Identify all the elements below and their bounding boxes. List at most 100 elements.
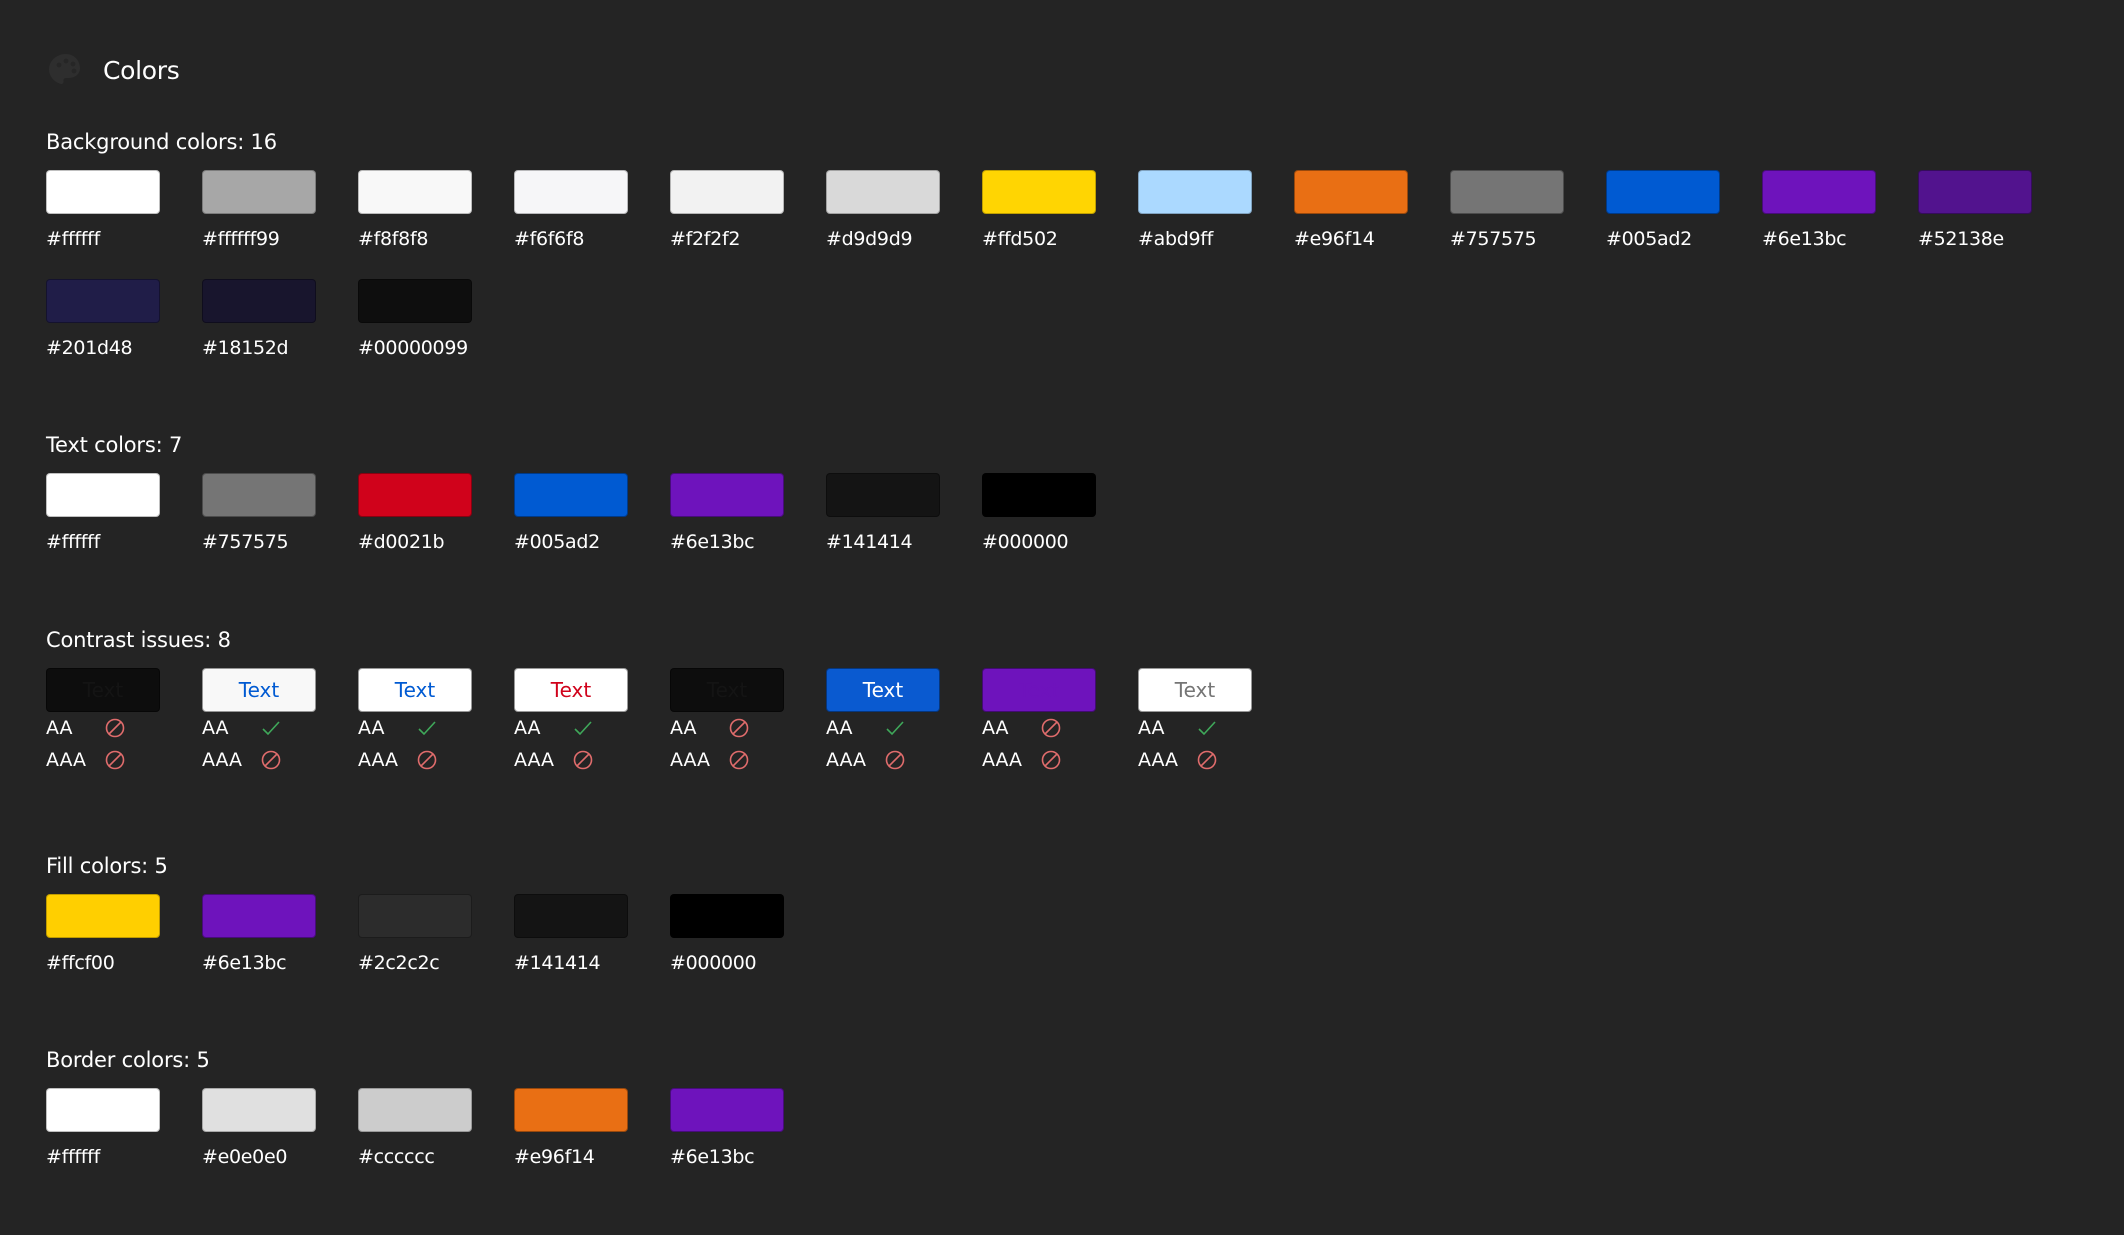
color-swatch[interactable] xyxy=(1138,170,1252,214)
color-item[interactable]: #ffd502 xyxy=(982,170,1138,279)
color-swatch[interactable] xyxy=(826,170,940,214)
color-item[interactable]: #e96f14 xyxy=(514,1088,670,1197)
color-item[interactable]: #005ad2 xyxy=(1606,170,1762,279)
color-hex-label: #757575 xyxy=(1450,228,1537,250)
aa-result: AA xyxy=(670,712,826,744)
color-item[interactable]: #cccccc xyxy=(358,1088,514,1197)
prohibited-icon xyxy=(1197,750,1217,770)
contrast-sample[interactable]: Text xyxy=(1138,668,1252,712)
color-swatch[interactable] xyxy=(1450,170,1564,214)
color-swatch[interactable] xyxy=(202,473,316,517)
checkmark-icon xyxy=(886,721,904,736)
contrast-sample[interactable]: Text xyxy=(46,668,160,712)
color-item[interactable]: #abd9ff xyxy=(1138,170,1294,279)
color-swatch[interactable] xyxy=(46,170,160,214)
color-hex-label: #e96f14 xyxy=(1294,228,1375,250)
contrast-item[interactable]: Text AA AAA xyxy=(1138,668,1294,776)
color-item[interactable]: #f2f2f2 xyxy=(670,170,826,279)
color-swatch[interactable] xyxy=(46,894,160,938)
color-item[interactable]: #757575 xyxy=(202,473,358,582)
swatch-grid: #ffcf00 #6e13bc #2c2c2c #141414 #000000 xyxy=(46,894,2086,1003)
color-swatch[interactable] xyxy=(358,894,472,938)
color-item[interactable]: #d9d9d9 xyxy=(826,170,982,279)
color-swatch[interactable] xyxy=(826,473,940,517)
color-item[interactable]: #6e13bc xyxy=(202,894,358,1003)
contrast-item[interactable]: Text AA AAA xyxy=(358,668,514,776)
color-item[interactable]: #ffffff xyxy=(46,1088,202,1197)
contrast-sample[interactable]: Text xyxy=(358,668,472,712)
color-item[interactable]: #52138e xyxy=(1918,170,2074,279)
contrast-sample[interactable]: Text xyxy=(514,668,628,712)
color-item[interactable]: #141414 xyxy=(514,894,670,1003)
color-item[interactable]: #2c2c2c xyxy=(358,894,514,1003)
color-item[interactable]: #f8f8f8 xyxy=(358,170,514,279)
color-swatch[interactable] xyxy=(982,170,1096,214)
color-swatch[interactable] xyxy=(982,473,1096,517)
color-hex-label: #f2f2f2 xyxy=(670,228,741,250)
prohibited-icon xyxy=(729,718,749,738)
color-item[interactable]: #d0021b xyxy=(358,473,514,582)
color-item[interactable]: #6e13bc xyxy=(670,473,826,582)
contrast-sample[interactable]: Text xyxy=(982,668,1096,712)
color-item[interactable]: #e0e0e0 xyxy=(202,1088,358,1197)
color-item[interactable]: #00000099 xyxy=(358,279,514,388)
color-item[interactable]: #e96f14 xyxy=(1294,170,1450,279)
color-hex-label: #e0e0e0 xyxy=(202,1146,288,1168)
aaa-label: AAA xyxy=(202,749,243,771)
color-swatch[interactable] xyxy=(1918,170,2032,214)
color-swatch[interactable] xyxy=(514,894,628,938)
contrast-item[interactable]: Text AA AAA xyxy=(514,668,670,776)
color-item[interactable]: #ffffff xyxy=(46,170,202,279)
color-swatch[interactable] xyxy=(202,894,316,938)
contrast-item[interactable]: Text AA AAA xyxy=(202,668,358,776)
aaa-label: AAA xyxy=(670,749,711,771)
color-item[interactable]: #6e13bc xyxy=(670,1088,826,1197)
color-item[interactable]: #201d48 xyxy=(46,279,202,388)
color-swatch[interactable] xyxy=(46,1088,160,1132)
contrast-item[interactable]: Text AA AAA xyxy=(826,668,982,776)
color-swatch[interactable] xyxy=(358,279,472,323)
contrast-item[interactable]: Text AA AAA xyxy=(670,668,826,776)
color-swatch[interactable] xyxy=(202,170,316,214)
contrast-item[interactable]: Text AA AAA xyxy=(46,668,202,776)
color-item[interactable]: #18152d xyxy=(202,279,358,388)
color-item[interactable]: #000000 xyxy=(670,894,826,1003)
color-item[interactable]: #141414 xyxy=(826,473,982,582)
color-item[interactable]: #ffffff99 xyxy=(202,170,358,279)
color-swatch[interactable] xyxy=(46,473,160,517)
color-item[interactable]: #757575 xyxy=(1450,170,1606,279)
contrast-sample[interactable]: Text xyxy=(202,668,316,712)
color-item[interactable]: #ffffff xyxy=(46,473,202,582)
color-swatch[interactable] xyxy=(514,170,628,214)
color-swatch[interactable] xyxy=(1762,170,1876,214)
color-swatch[interactable] xyxy=(358,473,472,517)
color-hex-label: #ffd502 xyxy=(982,228,1058,250)
color-swatch[interactable] xyxy=(202,279,316,323)
color-item[interactable]: #005ad2 xyxy=(514,473,670,582)
color-item[interactable]: #000000 xyxy=(982,473,1138,582)
color-swatch[interactable] xyxy=(670,473,784,517)
color-swatch[interactable] xyxy=(670,170,784,214)
contrast-sample[interactable]: Text xyxy=(670,668,784,712)
color-swatch[interactable] xyxy=(358,1088,472,1132)
contrast-item[interactable]: Text AA AAA xyxy=(982,668,1138,776)
color-swatch[interactable] xyxy=(514,1088,628,1132)
checkmark-icon xyxy=(418,721,436,736)
color-item[interactable]: #ffcf00 xyxy=(46,894,202,1003)
aa-label: AA xyxy=(670,717,697,739)
color-hex-label: #757575 xyxy=(202,531,289,553)
color-item[interactable]: #6e13bc xyxy=(1762,170,1918,279)
color-swatch[interactable] xyxy=(46,279,160,323)
contrast-sample[interactable]: Text xyxy=(826,668,940,712)
aa-label: AA xyxy=(202,717,229,739)
color-swatch[interactable] xyxy=(514,473,628,517)
color-swatch[interactable] xyxy=(202,1088,316,1132)
color-swatch[interactable] xyxy=(1294,170,1408,214)
color-item[interactable]: #f6f6f8 xyxy=(514,170,670,279)
color-swatch[interactable] xyxy=(1606,170,1720,214)
color-swatch[interactable] xyxy=(670,1088,784,1132)
color-swatch[interactable] xyxy=(670,894,784,938)
color-hex-label: #18152d xyxy=(202,337,289,359)
prohibited-icon xyxy=(1041,718,1061,738)
color-swatch[interactable] xyxy=(358,170,472,214)
